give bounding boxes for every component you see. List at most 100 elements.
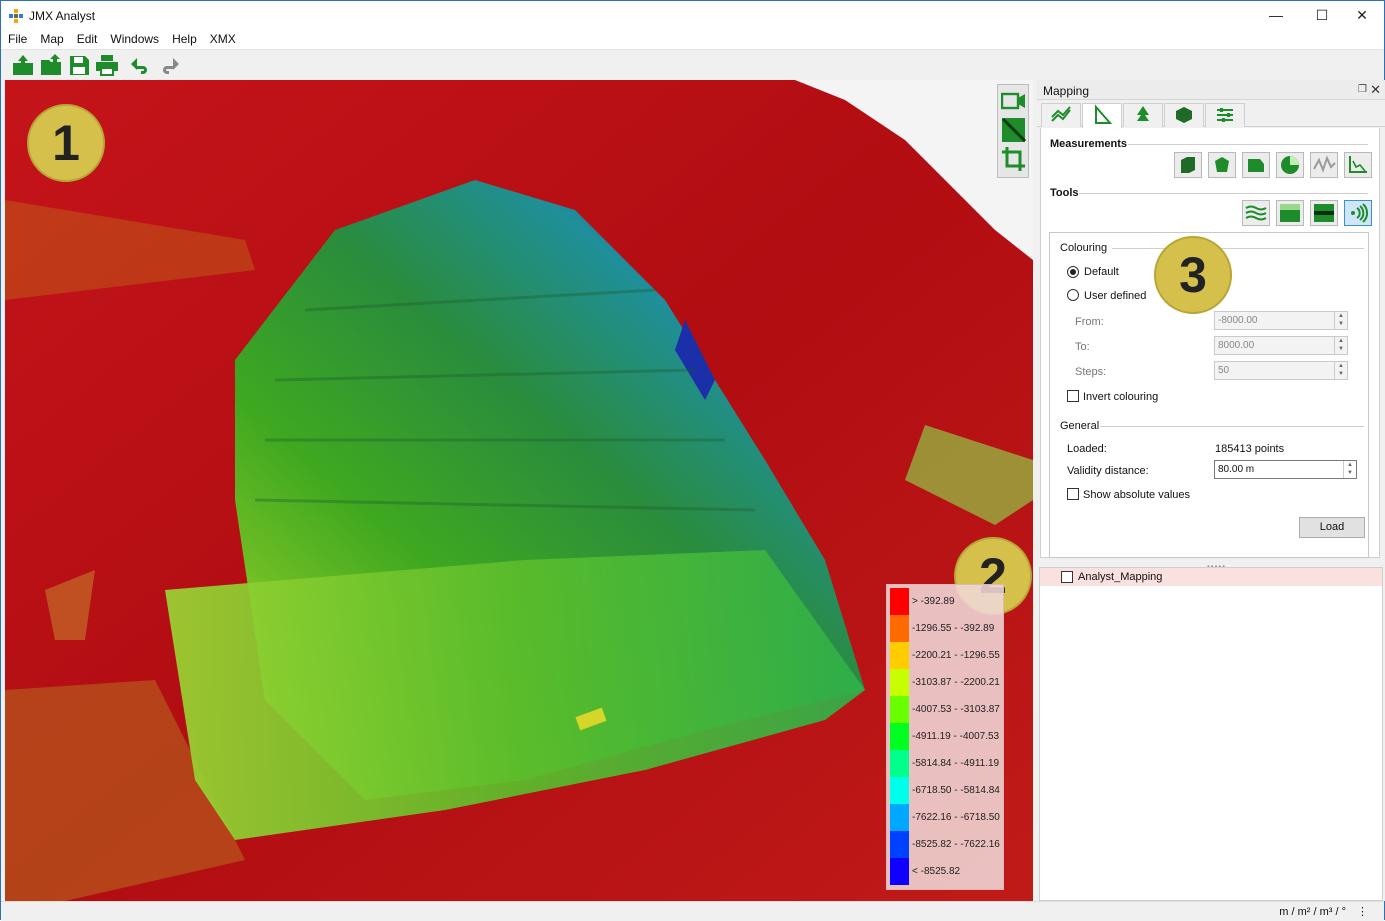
legend-swatch <box>890 858 909 885</box>
color-legend: > -392.89 -1296.55 - -392.89 -2200.21 - -1… <box>886 584 1004 890</box>
menu-help[interactable]: Help <box>165 31 203 46</box>
menu-map[interactable]: Map <box>33 31 69 46</box>
crop-icon[interactable] <box>1001 146 1026 172</box>
loaded-label: Loaded: <box>1067 443 1107 455</box>
redo-icon[interactable] <box>157 54 181 76</box>
region-measure-button[interactable] <box>1242 152 1270 178</box>
status-bar: m / m² / m³ / ° ⋮ <box>1 901 1384 921</box>
legend-swatch <box>890 615 909 642</box>
panel-title-bar: Mapping ❐ ✕ <box>1037 80 1385 100</box>
legend-label: -1296.55 - -392.89 <box>912 623 995 634</box>
from-spinbox[interactable]: -8000.00 ▲ ▼ <box>1214 311 1348 330</box>
divider <box>1128 144 1368 145</box>
tab-profile[interactable] <box>1041 103 1081 127</box>
surface-tool-button[interactable] <box>1276 200 1304 226</box>
legend-swatch <box>890 804 909 831</box>
camera-icon[interactable] <box>1001 88 1026 114</box>
legend-row: -7622.16 - -6718.50 <box>890 804 1002 831</box>
menu-bar: File Map Edit Windows Help XMX <box>1 31 1384 49</box>
open-icon[interactable] <box>11 54 35 76</box>
spin-arrows-icon[interactable]: ▲ ▼ <box>1334 312 1347 329</box>
show-absolute-values-checkbox[interactable] <box>1067 488 1079 500</box>
sector-measure-button[interactable] <box>1276 152 1304 178</box>
spin-arrows-icon[interactable]: ▲ ▼ <box>1334 362 1347 379</box>
validity-distance-spinbox[interactable]: 80.00 m ▲ ▼ <box>1214 460 1357 479</box>
open-folder-icon[interactable] <box>39 54 63 76</box>
legend-label: > -392.89 <box>912 596 955 607</box>
divider <box>1100 426 1364 427</box>
load-button[interactable]: Load <box>1299 517 1365 538</box>
window-title: JMX Analyst <box>29 9 96 23</box>
invert-colouring-checkbox[interactable] <box>1067 390 1079 402</box>
from-value: -8000.00 <box>1218 315 1258 326</box>
legend-label: -4911.19 - -4007.53 <box>912 731 1000 742</box>
invert-colouring-label: Invert colouring <box>1083 391 1159 403</box>
legend-swatch <box>890 777 909 804</box>
plane-icon[interactable] <box>1001 117 1026 143</box>
surface-icon <box>1280 204 1300 222</box>
menu-windows[interactable]: Windows <box>103 31 165 46</box>
signal-icon <box>1351 203 1369 223</box>
save-icon[interactable] <box>67 54 91 76</box>
layer-list: Analyst_Mapping <box>1039 567 1383 901</box>
menu-file[interactable]: File <box>1 31 33 46</box>
map-viewport[interactable]: 1 2 > -392.89 -1296.55 - -392.89 -2200.21 … <box>5 80 1033 901</box>
show-absolute-values-label: Show absolute values <box>1083 489 1191 501</box>
from-label: From: <box>1075 316 1104 328</box>
steps-label: Steps: <box>1075 366 1107 378</box>
panel-close-icon[interactable]: ✕ <box>1370 82 1381 98</box>
legend-row: < -8525.82 <box>890 858 1002 885</box>
undock-icon[interactable]: ❐ <box>1358 84 1367 95</box>
legend-row: -2200.21 - -1296.55 <box>890 642 1002 669</box>
steps-spinbox[interactable]: 50 ▲ ▼ <box>1214 361 1348 380</box>
point-cloud-render[interactable] <box>5 80 1033 901</box>
wave-icon <box>1313 155 1336 173</box>
legend-label: -5814.84 - -4911.19 <box>912 758 1000 769</box>
contour-tool-button[interactable] <box>1242 200 1270 226</box>
loaded-value: 185413 points <box>1215 443 1285 455</box>
spin-arrows-icon[interactable]: ▲ ▼ <box>1334 337 1347 354</box>
app-window: JMX Analyst — ☐ ✕ File Map Edit Windows Help… <box>0 0 1385 921</box>
legend-swatch <box>890 696 909 723</box>
profile-measure-button[interactable] <box>1310 152 1338 178</box>
tools-title: Tools <box>1050 187 1079 199</box>
print-icon[interactable] <box>95 54 119 76</box>
contour-icon <box>1245 205 1267 221</box>
minimize-button[interactable]: — <box>1253 1 1299 31</box>
tab-solid[interactable] <box>1164 103 1204 127</box>
region-icon <box>1248 159 1264 172</box>
graph-measure-button[interactable] <box>1344 152 1372 178</box>
units-indicator: m / m² / m³ / ° <box>1279 906 1346 918</box>
colouring-group: Colouring Default User defined 3 From: -… <box>1049 232 1369 558</box>
to-spinbox[interactable]: 8000.00 ▲ ▼ <box>1214 336 1348 355</box>
area-measure-button[interactable] <box>1208 152 1236 178</box>
user-defined-radio[interactable] <box>1067 289 1079 301</box>
to-value: 8000.00 <box>1218 340 1255 351</box>
legend-swatch <box>890 588 909 615</box>
measure-tab-page: Measurements Tools Colouring Default Use… <box>1040 128 1380 558</box>
legend-row: -4911.19 - -4007.53 <box>890 723 1002 750</box>
mapping-panel: Mapping ❐ ✕ Measurements Tools Colouring… <box>1037 80 1385 901</box>
legend-swatch <box>890 723 909 750</box>
solid-icon <box>1176 107 1192 123</box>
layer-visibility-checkbox[interactable] <box>1061 571 1073 583</box>
list-item[interactable]: Analyst_Mapping <box>1040 568 1382 586</box>
slice-tool-button[interactable] <box>1310 200 1338 226</box>
menu-xmx[interactable]: XMX <box>203 31 242 46</box>
spin-arrows-icon[interactable]: ▲ ▼ <box>1343 461 1356 478</box>
close-button[interactable]: ✕ <box>1339 1 1385 31</box>
undo-icon[interactable] <box>129 54 153 76</box>
tab-vegetation[interactable] <box>1123 103 1163 127</box>
legend-row: -3103.87 - -2200.21 <box>890 669 1002 696</box>
volume-measure-button[interactable] <box>1174 152 1202 178</box>
resize-grip-icon[interactable]: ⋮ <box>1357 905 1368 918</box>
tab-settings[interactable] <box>1205 103 1245 127</box>
tab-measure[interactable] <box>1082 103 1122 128</box>
to-label: To: <box>1075 341 1090 353</box>
menu-edit[interactable]: Edit <box>70 31 104 46</box>
graph-icon <box>1349 156 1367 173</box>
colouring-title: Colouring <box>1060 242 1108 254</box>
view-tools-toolbar <box>997 84 1029 178</box>
scan-tool-button[interactable] <box>1344 200 1372 226</box>
default-radio[interactable] <box>1067 266 1079 278</box>
